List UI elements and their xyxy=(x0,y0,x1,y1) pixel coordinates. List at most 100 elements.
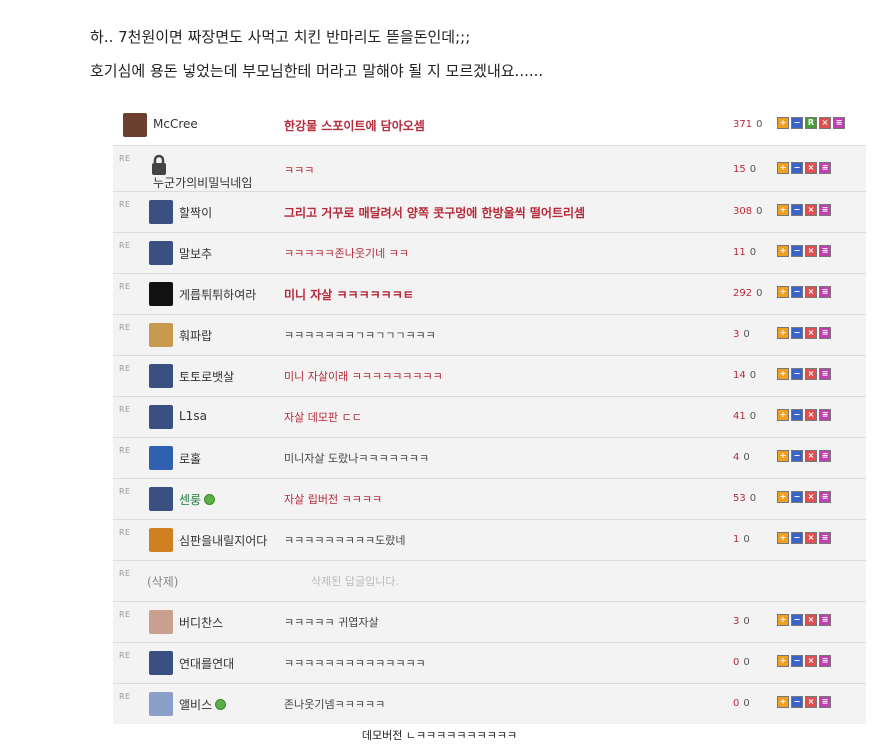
downvote-icon[interactable]: − xyxy=(791,409,803,421)
upvote-icon[interactable]: + xyxy=(777,368,789,380)
upvote-icon[interactable]: + xyxy=(777,491,789,503)
message-icon[interactable]: ≡ xyxy=(819,614,831,626)
comment-actions: + − × ≡ xyxy=(777,162,831,174)
message-icon[interactable]: ≡ xyxy=(819,286,831,298)
message-icon[interactable]: ≡ xyxy=(819,162,831,174)
report-icon[interactable]: × xyxy=(805,327,817,339)
downvote-icon[interactable]: − xyxy=(791,655,803,667)
report-icon[interactable]: × xyxy=(819,117,831,129)
upvote-icon[interactable]: + xyxy=(777,696,789,708)
message-icon[interactable]: ≡ xyxy=(819,245,831,257)
report-icon[interactable]: × xyxy=(805,162,817,174)
message-icon[interactable]: ≡ xyxy=(819,368,831,380)
recommend-count: 308 0 xyxy=(733,206,763,217)
upvote-icon[interactable]: + xyxy=(777,327,789,339)
upvote-icon[interactable]: + xyxy=(777,245,789,257)
downvote-icon[interactable]: − xyxy=(791,696,803,708)
upvote-icon[interactable]: + xyxy=(777,655,789,667)
upvote-icon[interactable]: + xyxy=(777,286,789,298)
caption-text: 데모버전 ㄴㅋㅋㅋㅋㅋㅋㅋㅋㅋㅋ xyxy=(361,729,518,742)
avatar[interactable] xyxy=(149,282,173,306)
downvote-icon[interactable]: − xyxy=(791,162,803,174)
comment-actions: + − × ≡ xyxy=(777,532,831,544)
comment-nickname[interactable]: L1sa xyxy=(179,409,207,423)
message-icon[interactable]: ≡ xyxy=(819,409,831,421)
upvote-icon[interactable]: + xyxy=(777,532,789,544)
reply-arrow-icon: RE xyxy=(119,569,131,578)
avatar[interactable] xyxy=(149,323,173,347)
avatar[interactable] xyxy=(149,692,173,716)
upvote-icon[interactable]: + xyxy=(777,204,789,216)
avatar[interactable] xyxy=(149,446,173,470)
message-icon[interactable]: ≡ xyxy=(819,327,831,339)
avatar[interactable] xyxy=(149,651,173,675)
comment-nickname[interactable]: 앨비스 xyxy=(179,696,227,713)
comment-text: 한강물 스포이트에 담아오셈 xyxy=(284,119,425,133)
upvote-icon[interactable]: + xyxy=(777,117,789,129)
share-icon[interactable]: R xyxy=(805,117,817,129)
recommend-count: 10 xyxy=(733,534,750,545)
upvote-icon[interactable]: + xyxy=(777,162,789,174)
avatar[interactable] xyxy=(149,405,173,429)
downvote-icon[interactable]: − xyxy=(791,327,803,339)
message-icon[interactable]: ≡ xyxy=(819,696,831,708)
message-icon[interactable]: ≡ xyxy=(833,117,845,129)
comment-text: 미니자살 도랐나ㅋㅋㅋㅋㅋㅋㅋ xyxy=(284,452,430,465)
avatar[interactable] xyxy=(149,364,173,388)
report-icon[interactable]: × xyxy=(805,450,817,462)
report-icon[interactable]: × xyxy=(805,245,817,257)
report-icon[interactable]: × xyxy=(805,696,817,708)
comment-row: RE L1sa 자살 데모판 ㄷㄷ 41 0 + − × ≡ xyxy=(113,397,866,438)
upvote-icon[interactable]: + xyxy=(777,614,789,626)
report-icon[interactable]: × xyxy=(805,204,817,216)
avatar[interactable] xyxy=(149,200,173,224)
avatar[interactable] xyxy=(149,241,173,265)
message-icon[interactable]: ≡ xyxy=(819,450,831,462)
message-icon[interactable]: ≡ xyxy=(819,532,831,544)
comment-nickname[interactable]: 말보추 xyxy=(179,245,212,262)
downvote-icon[interactable]: − xyxy=(791,614,803,626)
message-icon[interactable]: ≡ xyxy=(819,655,831,667)
comment-text: 존나웃기넴ㅋㅋㅋㅋㅋ xyxy=(284,698,386,711)
downvote-icon[interactable]: − xyxy=(791,491,803,503)
comment-row: RE 누군가의비밀닉네임 ㅋㅋㅋ 15 0 + − × ≡ xyxy=(113,146,866,192)
downvote-icon[interactable]: − xyxy=(791,368,803,380)
comment-nickname[interactable]: 심판을내릴지어다 xyxy=(179,532,267,549)
avatar[interactable] xyxy=(123,113,147,137)
downvote-icon[interactable]: − xyxy=(791,286,803,298)
report-icon[interactable]: × xyxy=(805,409,817,421)
comment-nickname[interactable]: McCree xyxy=(153,117,198,131)
upvote-icon[interactable]: + xyxy=(777,409,789,421)
comment-nickname[interactable]: 할짝이 xyxy=(179,204,212,221)
upvote-icon[interactable]: + xyxy=(777,450,789,462)
comment-nickname[interactable]: 센룽 xyxy=(179,491,216,508)
avatar[interactable] xyxy=(149,610,173,634)
avatar[interactable] xyxy=(149,487,173,511)
report-icon[interactable]: × xyxy=(805,491,817,503)
comment-nickname[interactable]: 토토로뱃살 xyxy=(179,368,234,385)
message-icon[interactable]: ≡ xyxy=(819,491,831,503)
reply-arrow-icon: RE xyxy=(119,528,131,537)
comment-nickname[interactable]: 연대를연대 xyxy=(179,655,234,672)
comment-nickname[interactable]: 버디찬스 xyxy=(179,614,223,631)
message-icon[interactable]: ≡ xyxy=(819,204,831,216)
comment-row: RE 훠파랍 ㅋㅋㅋㅋㅋㅋㅋㄱㅋㄱㄱㄱㅋㅋㅋ 30 + − × ≡ xyxy=(113,315,866,356)
avatar[interactable] xyxy=(149,528,173,552)
comment-actions: + − × ≡ xyxy=(777,450,831,462)
comment-nickname[interactable]: 게릅튀튀하여라 xyxy=(179,286,256,303)
report-icon[interactable]: × xyxy=(805,655,817,667)
report-icon[interactable]: × xyxy=(805,532,817,544)
comment-nickname[interactable]: 로홀 xyxy=(179,450,201,467)
report-icon[interactable]: × xyxy=(805,286,817,298)
comment-nickname[interactable]: 누군가의비밀닉네임 xyxy=(153,174,252,191)
report-icon[interactable]: × xyxy=(805,614,817,626)
downvote-icon[interactable]: − xyxy=(791,532,803,544)
downvote-icon[interactable]: − xyxy=(791,117,803,129)
downvote-icon[interactable]: − xyxy=(791,450,803,462)
downvote-icon[interactable]: − xyxy=(791,245,803,257)
comment-row: RE 연대를연대 ㅋㅋㅋㅋㅋㅋㅋㅋㅋㅋㅋㅋㅋㅋ 00 + − × ≡ xyxy=(113,643,866,684)
downvote-icon[interactable]: − xyxy=(791,204,803,216)
comment-nickname[interactable]: 훠파랍 xyxy=(179,327,212,344)
report-icon[interactable]: × xyxy=(805,368,817,380)
comment-actions: + − R × ≡ xyxy=(777,117,845,129)
